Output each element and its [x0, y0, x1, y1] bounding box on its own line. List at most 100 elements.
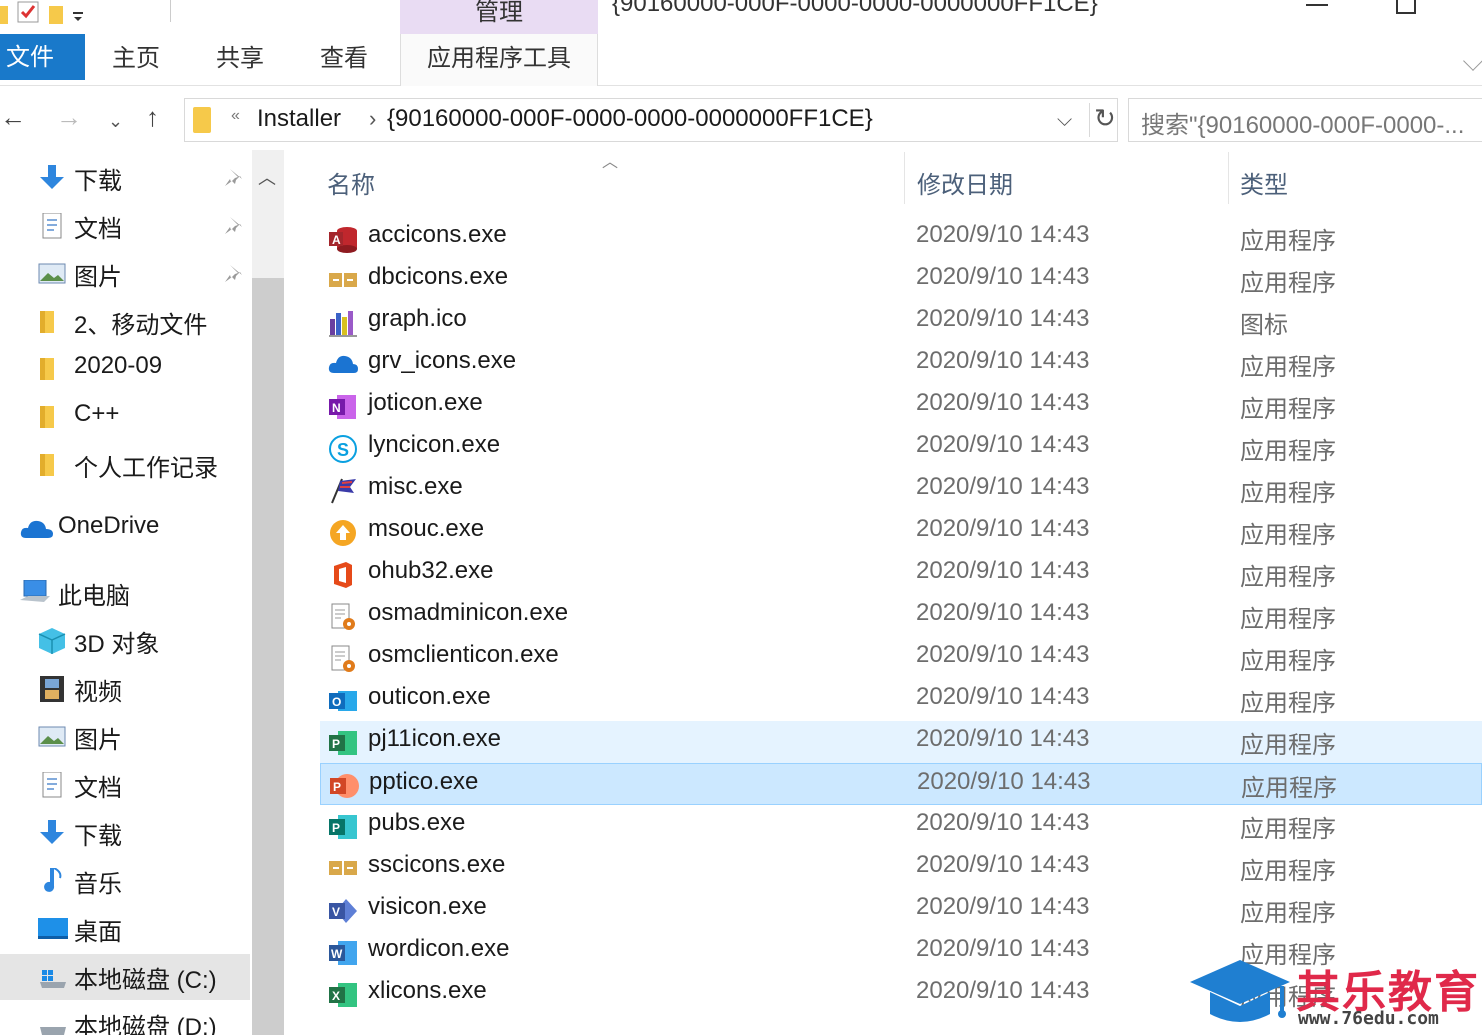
- minimize-button[interactable]: [1306, 4, 1328, 6]
- breadcrumb-separator-icon[interactable]: ›: [369, 106, 376, 132]
- nav-scroll-up-chevron-icon[interactable]: ︿: [258, 164, 276, 190]
- column-divider[interactable]: [1228, 152, 1229, 204]
- file-name[interactable]: osmadminicon.exe: [368, 599, 568, 627]
- column-header-type[interactable]: 类型: [1240, 165, 1288, 200]
- sidebar-item[interactable]: 视频: [0, 666, 250, 712]
- file-row[interactable]: Ppubs.exe 2020/9/10 14:43 应用程序: [320, 805, 1482, 847]
- file-row[interactable]: grv_icons.exe 2020/9/10 14:43 应用程序: [320, 343, 1482, 385]
- file-name[interactable]: osmclienticon.exe: [368, 641, 559, 669]
- file-name[interactable]: misc.exe: [368, 473, 463, 501]
- sidebar-item[interactable]: OneDrive: [0, 506, 250, 552]
- recent-locations-chevron-icon[interactable]: ⌄: [108, 106, 123, 136]
- file-row[interactable]: osmadminicon.exe 2020/9/10 14:43 应用程序: [320, 595, 1482, 637]
- svg-text:A: A: [332, 233, 341, 247]
- sidebar-item[interactable]: 图片: [0, 251, 250, 297]
- file-name[interactable]: graph.ico: [368, 305, 467, 333]
- customize-qat-icon[interactable]: [71, 10, 87, 26]
- file-row[interactable]: ohub32.exe 2020/9/10 14:43 应用程序: [320, 553, 1482, 595]
- maximize-button[interactable]: [1396, 0, 1416, 14]
- file-name[interactable]: outicon.exe: [368, 683, 491, 711]
- breadcrumb-current-folder[interactable]: {90160000-000F-0000-0000-0000000FF1CE}: [387, 105, 873, 133]
- up-arrow-icon[interactable]: ↑: [146, 102, 159, 132]
- forward-arrow-icon[interactable]: →: [56, 102, 82, 132]
- file-type: 应用程序: [1240, 438, 1336, 465]
- column-divider[interactable]: [904, 152, 905, 204]
- sidebar-item[interactable]: 个人工作记录: [0, 442, 250, 488]
- column-header-name[interactable]: 名称: [327, 165, 375, 200]
- file-row[interactable]: Slyncicon.exe 2020/9/10 14:43 应用程序: [320, 427, 1482, 469]
- file-modified-date: 2020/9/10 14:43: [916, 851, 1090, 878]
- sidebar-item[interactable]: 图片: [0, 714, 250, 760]
- address-folder-icon: [193, 107, 211, 133]
- svg-text:P: P: [332, 737, 340, 751]
- file-row[interactable]: Ppj11icon.exe 2020/9/10 14:43 应用程序: [320, 721, 1482, 763]
- file-name[interactable]: wordicon.exe: [368, 935, 509, 963]
- file-name[interactable]: sscicons.exe: [368, 851, 505, 879]
- video-icon: [38, 676, 66, 702]
- file-name[interactable]: joticon.exe: [368, 389, 483, 417]
- file-name[interactable]: ohub32.exe: [368, 557, 493, 585]
- nav-scrollbar-thumb[interactable]: [252, 278, 284, 1035]
- breadcrumb-installer[interactable]: Installer: [257, 105, 341, 133]
- file-name[interactable]: accicons.exe: [368, 221, 507, 249]
- tab-view[interactable]: 查看: [320, 34, 368, 80]
- sidebar-item[interactable]: 2020-09: [0, 346, 250, 392]
- column-header-date[interactable]: 修改日期: [917, 165, 1013, 200]
- file-row[interactable]: dbcicons.exe 2020/9/10 14:43 应用程序: [320, 259, 1482, 301]
- sidebar-item[interactable]: 本地磁盘 (D:): [0, 1001, 250, 1035]
- sidebar-item[interactable]: 2、移动文件: [0, 299, 250, 345]
- sidebar-item[interactable]: 文档: [0, 203, 250, 249]
- address-bar[interactable]: « Installer › {90160000-000F-0000-0000-0…: [184, 98, 1118, 142]
- file-name[interactable]: pubs.exe: [368, 809, 465, 837]
- file-row[interactable]: osmclienticon.exe 2020/9/10 14:43 应用程序: [320, 637, 1482, 679]
- file-name[interactable]: pptico.exe: [369, 768, 478, 796]
- pin-icon[interactable]: [222, 215, 244, 237]
- address-overflow-icon[interactable]: «: [231, 107, 240, 125]
- file-row[interactable]: graph.ico 2020/9/10 14:43 图标: [320, 301, 1482, 343]
- graduation-cap-icon: [1190, 960, 1290, 1022]
- new-folder-icon[interactable]: [47, 4, 67, 26]
- file-row[interactable]: Oouticon.exe 2020/9/10 14:43 应用程序: [320, 679, 1482, 721]
- file-name[interactable]: dbcicons.exe: [368, 263, 508, 291]
- file-modified-date: 2020/9/10 14:43: [916, 599, 1090, 626]
- download-arrow-icon: [38, 820, 66, 846]
- file-name[interactable]: visicon.exe: [368, 893, 487, 921]
- file-row[interactable]: Aaccicons.exe 2020/9/10 14:43 应用程序: [320, 217, 1482, 259]
- sidebar-item[interactable]: C++: [0, 394, 250, 440]
- address-history-chevron-icon[interactable]: ⌵: [1057, 109, 1072, 132]
- folder-icon[interactable]: [0, 4, 10, 26]
- sidebar-item[interactable]: 此电脑: [0, 570, 250, 616]
- file-row[interactable]: Njoticon.exe 2020/9/10 14:43 应用程序: [320, 385, 1482, 427]
- upload-center-icon: [328, 519, 358, 547]
- sidebar-item[interactable]: 3D 对象: [0, 618, 250, 664]
- expand-ribbon-chevron-icon[interactable]: [1463, 51, 1482, 71]
- tab-file[interactable]: 文件: [0, 34, 85, 80]
- access-icon: A: [328, 225, 358, 253]
- file-row[interactable]: sscicons.exe 2020/9/10 14:43 应用程序: [320, 847, 1482, 889]
- file-row[interactable]: Vvisicon.exe 2020/9/10 14:43 应用程序: [320, 889, 1482, 931]
- refresh-icon[interactable]: ↻: [1089, 103, 1116, 137]
- sidebar-item[interactable]: 文档: [0, 762, 250, 808]
- tab-share[interactable]: 共享: [216, 34, 264, 80]
- file-name[interactable]: xlicons.exe: [368, 977, 487, 1005]
- file-name[interactable]: pj11icon.exe: [368, 725, 501, 753]
- pin-icon[interactable]: [222, 263, 244, 285]
- search-input[interactable]: 搜索"{90160000-000F-0000-...: [1128, 98, 1482, 142]
- sidebar-item[interactable]: 下载: [0, 155, 250, 201]
- file-name[interactable]: grv_icons.exe: [368, 347, 516, 375]
- tab-application-tools[interactable]: 应用程序工具: [400, 34, 598, 86]
- tab-home[interactable]: 主页: [112, 34, 160, 80]
- file-name[interactable]: msouc.exe: [368, 515, 484, 543]
- properties-check-icon[interactable]: [14, 0, 42, 26]
- file-row[interactable]: misc.exe 2020/9/10 14:43 应用程序: [320, 469, 1482, 511]
- back-arrow-icon[interactable]: ←: [0, 102, 26, 132]
- watermark-logo: 其乐教育 www.76edu.com: [1186, 956, 1482, 1035]
- file-row[interactable]: Ppptico.exe 2020/9/10 14:43 应用程序: [320, 763, 1482, 805]
- sidebar-item[interactable]: 音乐: [0, 858, 250, 904]
- file-row[interactable]: msouc.exe 2020/9/10 14:43 应用程序: [320, 511, 1482, 553]
- sidebar-item[interactable]: 下载: [0, 810, 250, 856]
- sidebar-item[interactable]: 本地磁盘 (C:): [0, 954, 250, 1000]
- file-name[interactable]: lyncicon.exe: [368, 431, 500, 459]
- sidebar-item[interactable]: 桌面: [0, 906, 250, 952]
- pin-icon[interactable]: [222, 167, 244, 189]
